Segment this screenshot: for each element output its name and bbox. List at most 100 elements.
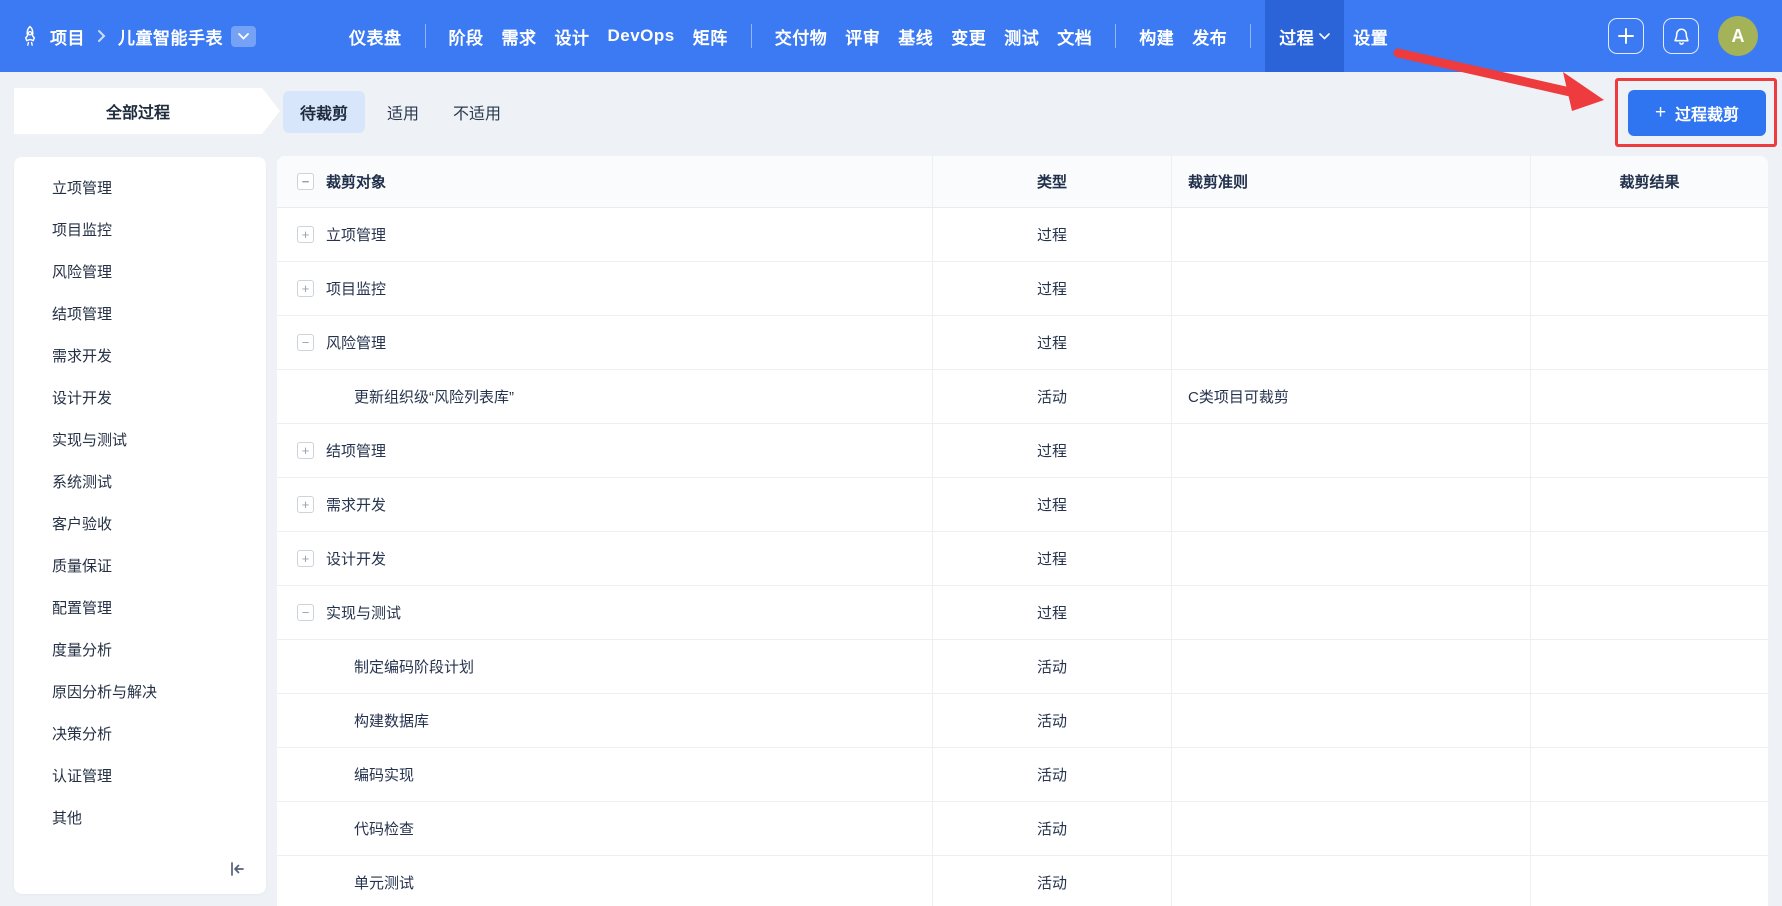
tab-不适用[interactable]: 不适用 [441, 91, 513, 133]
breadcrumb-section[interactable]: 项目 [50, 24, 85, 49]
all-process-banner[interactable]: 全部过程 [14, 88, 280, 134]
process-tailoring-button[interactable]: + 过程裁剪 [1628, 90, 1766, 136]
nav-item-DevOps[interactable]: DevOps [599, 0, 684, 72]
nav-item-评审[interactable]: 评审 [836, 0, 889, 72]
sidebar-item-原因分析与解决[interactable]: 原因分析与解决 [14, 672, 266, 714]
criteria-cell [1172, 262, 1531, 315]
type-cell: 活动 [933, 802, 1172, 855]
nav-item-阶段[interactable]: 阶段 [440, 0, 493, 72]
collapse-left-icon[interactable] [224, 856, 250, 882]
tailoring-object-label: 制定编码阶段计划 [354, 659, 475, 676]
table-row[interactable]: + 立项管理 过程 [277, 208, 1768, 262]
table-header-row: − 裁剪对象 类型 裁剪准则 裁剪结果 [277, 156, 1768, 208]
sidebar-item-项目监控[interactable]: 项目监控 [14, 210, 266, 252]
nav-divider [1115, 24, 1117, 48]
nav-item-过程[interactable]: 过程 [1265, 0, 1345, 72]
table-row[interactable]: 代码检查 活动 [277, 802, 1768, 856]
expand-toggle[interactable]: − [297, 604, 314, 621]
nav-item-测试[interactable]: 测试 [995, 0, 1048, 72]
result-cell [1531, 532, 1768, 585]
nav-item-基线[interactable]: 基线 [889, 0, 942, 72]
nav-item-变更[interactable]: 变更 [942, 0, 995, 72]
result-cell [1531, 640, 1768, 693]
table-row[interactable]: 制定编码阶段计划 活动 [277, 640, 1768, 694]
table-row[interactable]: + 结项管理 过程 [277, 424, 1768, 478]
sidebar-item-认证管理[interactable]: 认证管理 [14, 756, 266, 798]
app-root: 项目 儿童智能手表 仪表盘 阶段 需求 设计 DevOps 矩阵 交付物 评审 … [0, 0, 1782, 906]
nav-item-构建[interactable]: 构建 [1130, 0, 1183, 72]
expand-toggle[interactable]: − [297, 334, 314, 351]
result-cell [1531, 370, 1768, 423]
column-header-object: 裁剪对象 [326, 174, 387, 191]
chevron-down-icon [1319, 32, 1331, 40]
type-cell: 活动 [933, 640, 1172, 693]
notifications-button[interactable] [1663, 18, 1699, 54]
sidebar-item-配置管理[interactable]: 配置管理 [14, 588, 266, 630]
process-list: 立项管理 项目监控 风险管理 结项管理 需求开发 设计开发 实现与测试 系统测试 客户验收 质量保… [14, 157, 266, 840]
type-cell: 过程 [933, 208, 1172, 261]
expand-toggle[interactable]: + [297, 442, 314, 459]
table-row[interactable]: 单元测试 活动 [277, 856, 1768, 906]
nav-item-需求[interactable]: 需求 [493, 0, 546, 72]
table-row[interactable]: − 实现与测试 过程 [277, 586, 1768, 640]
filter-tabs: 待裁剪 适用 不适用 [283, 91, 513, 133]
result-cell [1531, 208, 1768, 261]
type-cell: 活动 [933, 370, 1172, 423]
result-cell [1531, 316, 1768, 369]
sidebar-item-实现与测试[interactable]: 实现与测试 [14, 420, 266, 462]
breadcrumb-separator-icon [97, 29, 106, 43]
sidebar-item-度量分析[interactable]: 度量分析 [14, 630, 266, 672]
add-button[interactable] [1608, 18, 1644, 54]
tab-待裁剪[interactable]: 待裁剪 [283, 91, 366, 133]
tailoring-object-label: 风险管理 [326, 335, 387, 352]
table-row[interactable]: + 需求开发 过程 [277, 478, 1768, 532]
nav-item-设计[interactable]: 设计 [546, 0, 599, 72]
table-body: + 立项管理 过程 + 项目监控 过程 − 风险管理 过程 更新组织级“风险列表… [277, 208, 1768, 906]
nav-divider [1250, 24, 1252, 48]
expand-toggle[interactable]: + [297, 226, 314, 243]
type-cell: 过程 [933, 532, 1172, 585]
nav-item-交付物[interactable]: 交付物 [766, 0, 837, 72]
nav-item-矩阵[interactable]: 矩阵 [684, 0, 737, 72]
criteria-cell [1172, 748, 1531, 801]
result-cell [1531, 424, 1768, 477]
type-cell: 过程 [933, 262, 1172, 315]
sidebar-item-系统测试[interactable]: 系统测试 [14, 462, 266, 504]
sidebar-item-设计开发[interactable]: 设计开发 [14, 378, 266, 420]
result-cell [1531, 262, 1768, 315]
tailoring-table: − 裁剪对象 类型 裁剪准则 裁剪结果 + 立项管理 过程 + 项目监控 过程 … [277, 156, 1768, 906]
user-avatar[interactable]: A [1718, 16, 1758, 56]
sidebar-item-结项管理[interactable]: 结项管理 [14, 294, 266, 336]
expand-toggle[interactable]: + [297, 550, 314, 567]
criteria-cell [1172, 424, 1531, 477]
sidebar-item-质量保证[interactable]: 质量保证 [14, 546, 266, 588]
sidebar-item-风险管理[interactable]: 风险管理 [14, 252, 266, 294]
collapse-all-toggle[interactable]: − [297, 173, 314, 190]
expand-toggle[interactable]: + [297, 280, 314, 297]
plus-icon: + [1654, 101, 1667, 123]
nav-item-设置[interactable]: 设置 [1344, 0, 1397, 72]
sidebar-item-立项管理[interactable]: 立项管理 [14, 168, 266, 210]
table-row[interactable]: 构建数据库 活动 [277, 694, 1768, 748]
breadcrumb-project[interactable]: 儿童智能手表 [118, 24, 223, 49]
table-row[interactable]: 更新组织级“风险列表库” 活动 C类项目可裁剪 [277, 370, 1768, 424]
nav-item-文档[interactable]: 文档 [1048, 0, 1101, 72]
table-row[interactable]: 编码实现 活动 [277, 748, 1768, 802]
expand-toggle[interactable]: + [297, 496, 314, 513]
tailoring-object-label: 立项管理 [326, 227, 387, 244]
nav-item-仪表盘[interactable]: 仪表盘 [340, 0, 411, 72]
sidebar-item-决策分析[interactable]: 决策分析 [14, 714, 266, 756]
sidebar-item-客户验收[interactable]: 客户验收 [14, 504, 266, 546]
tab-适用[interactable]: 适用 [375, 91, 431, 133]
criteria-cell [1172, 640, 1531, 693]
process-tailoring-button-label: 过程裁剪 [1675, 107, 1740, 124]
sidebar-item-需求开发[interactable]: 需求开发 [14, 336, 266, 378]
table-row[interactable]: − 风险管理 过程 [277, 316, 1768, 370]
sidebar-item-其他[interactable]: 其他 [14, 798, 266, 840]
nav-item-发布[interactable]: 发布 [1183, 0, 1236, 72]
table-row[interactable]: + 项目监控 过程 [277, 262, 1768, 316]
criteria-cell [1172, 586, 1531, 639]
project-switcher-chevron-icon[interactable] [231, 25, 256, 47]
table-row[interactable]: + 设计开发 过程 [277, 532, 1768, 586]
rocket-logo-icon[interactable] [18, 24, 42, 48]
